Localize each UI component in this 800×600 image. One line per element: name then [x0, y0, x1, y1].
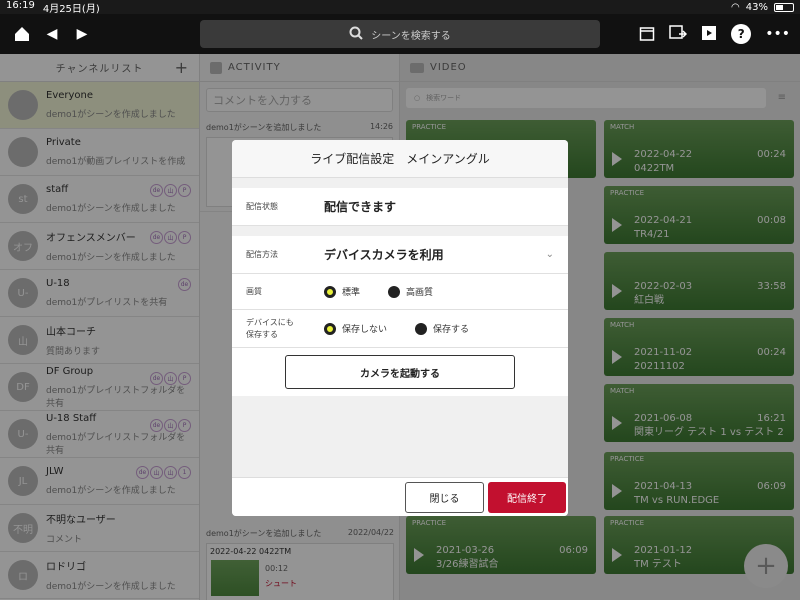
no-save-radio[interactable]: 保存しない — [324, 322, 387, 335]
calendar-icon[interactable] — [639, 25, 655, 44]
battery-fill — [776, 4, 783, 10]
stream-status-value: 配信できます — [324, 200, 397, 214]
battery-icon — [774, 2, 794, 12]
dialog-footer: 閉じる 配信終了 — [232, 477, 568, 516]
battery-percent: 43% — [745, 1, 768, 13]
save-label-line2: 保存する — [246, 329, 278, 339]
dialog-title: ライブ配信設定 メインアングル — [232, 140, 568, 178]
radio-unselected-icon — [415, 322, 428, 335]
no-save-label: 保存しない — [342, 325, 388, 335]
close-button[interactable]: 閉じる — [405, 482, 484, 513]
home-icon[interactable] — [10, 22, 34, 46]
help-icon[interactable]: ? — [731, 24, 752, 44]
back-arrow-icon[interactable]: ◀ — [40, 22, 64, 46]
radio-unselected-icon — [388, 285, 401, 298]
save-label-line1: デバイスにも — [246, 318, 294, 328]
quality-standard-label: 標準 — [342, 288, 361, 298]
save-label: 保存する — [433, 325, 470, 335]
share-video-icon[interactable] — [669, 24, 688, 44]
save-to-device-row: デバイスにも 保存する 保存しない 保存する — [232, 310, 568, 348]
date: 4月25日(月) — [42, 3, 100, 15]
quality-high-label: 高画質 — [406, 288, 434, 298]
stream-status-label: 配信状態 — [246, 201, 278, 211]
chevron-down-icon[interactable]: ⌄ — [546, 249, 554, 260]
quality-standard-radio[interactable]: 標準 — [324, 285, 360, 298]
stream-method-select[interactable]: デバイスカメラを利用 — [324, 246, 444, 263]
forward-arrow-icon[interactable]: ▶ — [70, 22, 94, 46]
quality-row: 画質 標準 高画質 — [232, 274, 568, 310]
status-bar: 16:19 4月25日(月) ◠ 43% — [0, 0, 800, 15]
stream-method-row[interactable]: 配信方法 デバイスカメラを利用 ⌄ — [232, 236, 568, 274]
quality-label: 画質 — [246, 286, 262, 296]
stream-method-label: 配信方法 — [246, 249, 278, 259]
top-navigation: ◀ ▶ シーンを検索する ? ••• — [0, 14, 800, 54]
radio-selected-icon — [324, 285, 336, 298]
stream-status-row: 配信状態 配信できます — [232, 188, 568, 226]
save-to-device-label: デバイスにも 保存する — [232, 317, 324, 339]
live-stream-settings-dialog: ライブ配信設定 メインアングル 配信状態 配信できます 配信方法 デバイスカメラ… — [232, 140, 568, 516]
scene-search-bar[interactable]: シーンを検索する — [200, 20, 600, 48]
wifi-icon: ◠ — [731, 1, 740, 13]
clock: 16:19 — [6, 0, 35, 11]
search-placeholder: シーンを検索する — [371, 30, 451, 42]
more-menu-icon[interactable]: ••• — [765, 26, 790, 42]
launch-camera-button[interactable]: カメラを起動する — [285, 355, 515, 389]
quality-high-radio[interactable]: 高画質 — [388, 285, 433, 298]
save-radio[interactable]: 保存する — [415, 322, 469, 335]
end-stream-button[interactable]: 配信終了 — [488, 482, 566, 513]
playlist-icon[interactable] — [701, 25, 717, 44]
search-icon — [349, 26, 363, 43]
radio-selected-icon — [324, 322, 336, 335]
